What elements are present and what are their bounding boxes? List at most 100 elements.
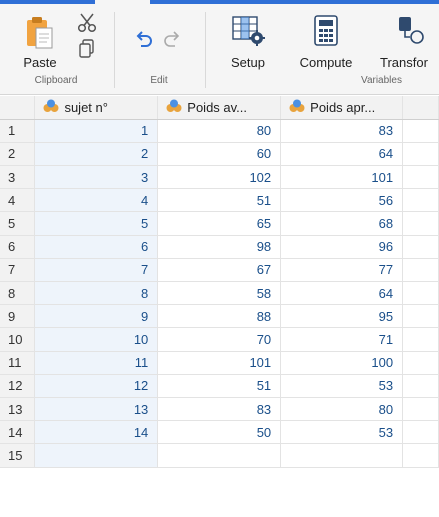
table-cell[interactable]: 67: [157, 258, 282, 283]
table-cell[interactable]: 95: [280, 304, 404, 329]
empty-cell[interactable]: [402, 304, 439, 329]
table-cell[interactable]: [34, 443, 159, 468]
row-number[interactable]: 5: [0, 211, 36, 236]
table-cell[interactable]: 65: [157, 211, 282, 236]
row-number[interactable]: 9: [0, 304, 36, 329]
empty-cell[interactable]: [402, 351, 439, 375]
variables-group-label: Variables: [361, 75, 402, 86]
row-number[interactable]: 6: [0, 235, 36, 259]
column-header[interactable]: Poids apr...: [280, 96, 404, 120]
empty-cell[interactable]: [402, 327, 439, 352]
row-number[interactable]: 3: [0, 165, 36, 190]
table-row: 8 8 58 64: [0, 281, 439, 306]
table-cell[interactable]: 64: [280, 281, 404, 306]
table-cell[interactable]: 7: [34, 258, 159, 283]
table-cell[interactable]: [280, 443, 404, 468]
empty-cell[interactable]: [402, 443, 439, 468]
table-cell[interactable]: 53: [280, 374, 404, 398]
table-cell[interactable]: 4: [34, 188, 159, 213]
table-cell[interactable]: 98: [157, 235, 282, 259]
column-header[interactable]: sujet n°: [34, 96, 159, 120]
corner-cell[interactable]: [0, 96, 36, 120]
table-cell[interactable]: 3: [34, 165, 159, 190]
table-cell[interactable]: [157, 443, 282, 468]
table-cell[interactable]: 64: [280, 142, 404, 167]
table-cell[interactable]: 77: [280, 258, 404, 283]
row-number[interactable]: 1: [0, 119, 36, 143]
table-cell[interactable]: 80: [280, 397, 404, 422]
table-row: 11 11 101 100: [0, 351, 439, 375]
table-cell[interactable]: 8: [34, 281, 159, 306]
edit-group-label: Edit: [150, 75, 168, 86]
empty-cell[interactable]: [402, 211, 439, 236]
table-cell[interactable]: 70: [157, 327, 282, 352]
table-cell[interactable]: 60: [157, 142, 282, 167]
table-cell[interactable]: 13: [34, 397, 159, 422]
undo-button[interactable]: [133, 30, 155, 50]
table-cell[interactable]: 102: [157, 165, 282, 190]
empty-column-header[interactable]: [402, 96, 439, 120]
empty-cell[interactable]: [402, 397, 439, 422]
calculator-icon: [314, 15, 338, 46]
row-number[interactable]: 2: [0, 142, 36, 167]
paste-label: Paste: [23, 55, 57, 70]
table-cell[interactable]: 101: [280, 165, 404, 190]
table-cell[interactable]: 51: [157, 374, 282, 398]
row-number[interactable]: 11: [0, 351, 36, 375]
table-row: 1 1 80 83: [0, 119, 439, 143]
table-cell[interactable]: 6: [34, 235, 159, 259]
paste-button[interactable]: Paste: [14, 16, 66, 72]
table-row: 3 3 102 101: [0, 165, 439, 190]
ribbon-toolbar: Paste Clipboard Edit Setup Compute Trans…: [0, 4, 439, 95]
table-cell[interactable]: 11: [34, 351, 159, 375]
table-cell[interactable]: 101: [157, 351, 282, 375]
table-cell[interactable]: 9: [34, 304, 159, 329]
empty-cell[interactable]: [402, 235, 439, 259]
table-cell[interactable]: 80: [157, 119, 282, 143]
compute-button[interactable]: Compute: [292, 14, 360, 72]
empty-cell[interactable]: [402, 420, 439, 445]
row-number[interactable]: 8: [0, 281, 36, 306]
table-cell[interactable]: 68: [280, 211, 404, 236]
column-header[interactable]: Poids av...: [157, 96, 282, 120]
row-number[interactable]: 15: [0, 443, 36, 468]
row-number[interactable]: 4: [0, 188, 36, 213]
table-cell[interactable]: 83: [157, 397, 282, 422]
table-cell[interactable]: 2: [34, 142, 159, 167]
empty-cell[interactable]: [402, 281, 439, 306]
table-cell[interactable]: 5: [34, 211, 159, 236]
redo-button[interactable]: [161, 30, 183, 50]
empty-cell[interactable]: [402, 258, 439, 283]
clipboard-group-label: Clipboard: [34, 75, 78, 86]
empty-cell[interactable]: [402, 142, 439, 167]
table-cell[interactable]: 96: [280, 235, 404, 259]
data-spreadsheet[interactable]: sujet n° Poids av... Poids apr... 1 1 80 83 2 2…: [0, 96, 439, 517]
table-cell[interactable]: 10: [34, 327, 159, 352]
table-cell[interactable]: 1: [34, 119, 159, 143]
cut-button[interactable]: [76, 12, 98, 34]
table-cell[interactable]: 14: [34, 420, 159, 445]
row-number[interactable]: 13: [0, 397, 36, 422]
table-cell[interactable]: 51: [157, 188, 282, 213]
empty-cell[interactable]: [402, 119, 439, 143]
transform-button[interactable]: Transfor: [372, 14, 439, 72]
table-cell[interactable]: 88: [157, 304, 282, 329]
empty-cell[interactable]: [402, 165, 439, 190]
table-row: 15: [0, 443, 439, 468]
table-cell[interactable]: 83: [280, 119, 404, 143]
table-cell[interactable]: 58: [157, 281, 282, 306]
setup-button[interactable]: Setup: [220, 14, 276, 72]
empty-cell[interactable]: [402, 374, 439, 398]
table-cell[interactable]: 100: [280, 351, 404, 375]
row-number[interactable]: 12: [0, 374, 36, 398]
table-cell[interactable]: 50: [157, 420, 282, 445]
table-cell[interactable]: 12: [34, 374, 159, 398]
row-number[interactable]: 14: [0, 420, 36, 445]
table-cell[interactable]: 71: [280, 327, 404, 352]
copy-button[interactable]: [77, 38, 97, 60]
table-cell[interactable]: 56: [280, 188, 404, 213]
row-number[interactable]: 10: [0, 327, 36, 352]
row-number[interactable]: 7: [0, 258, 36, 283]
empty-cell[interactable]: [402, 188, 439, 213]
table-cell[interactable]: 53: [280, 420, 404, 445]
